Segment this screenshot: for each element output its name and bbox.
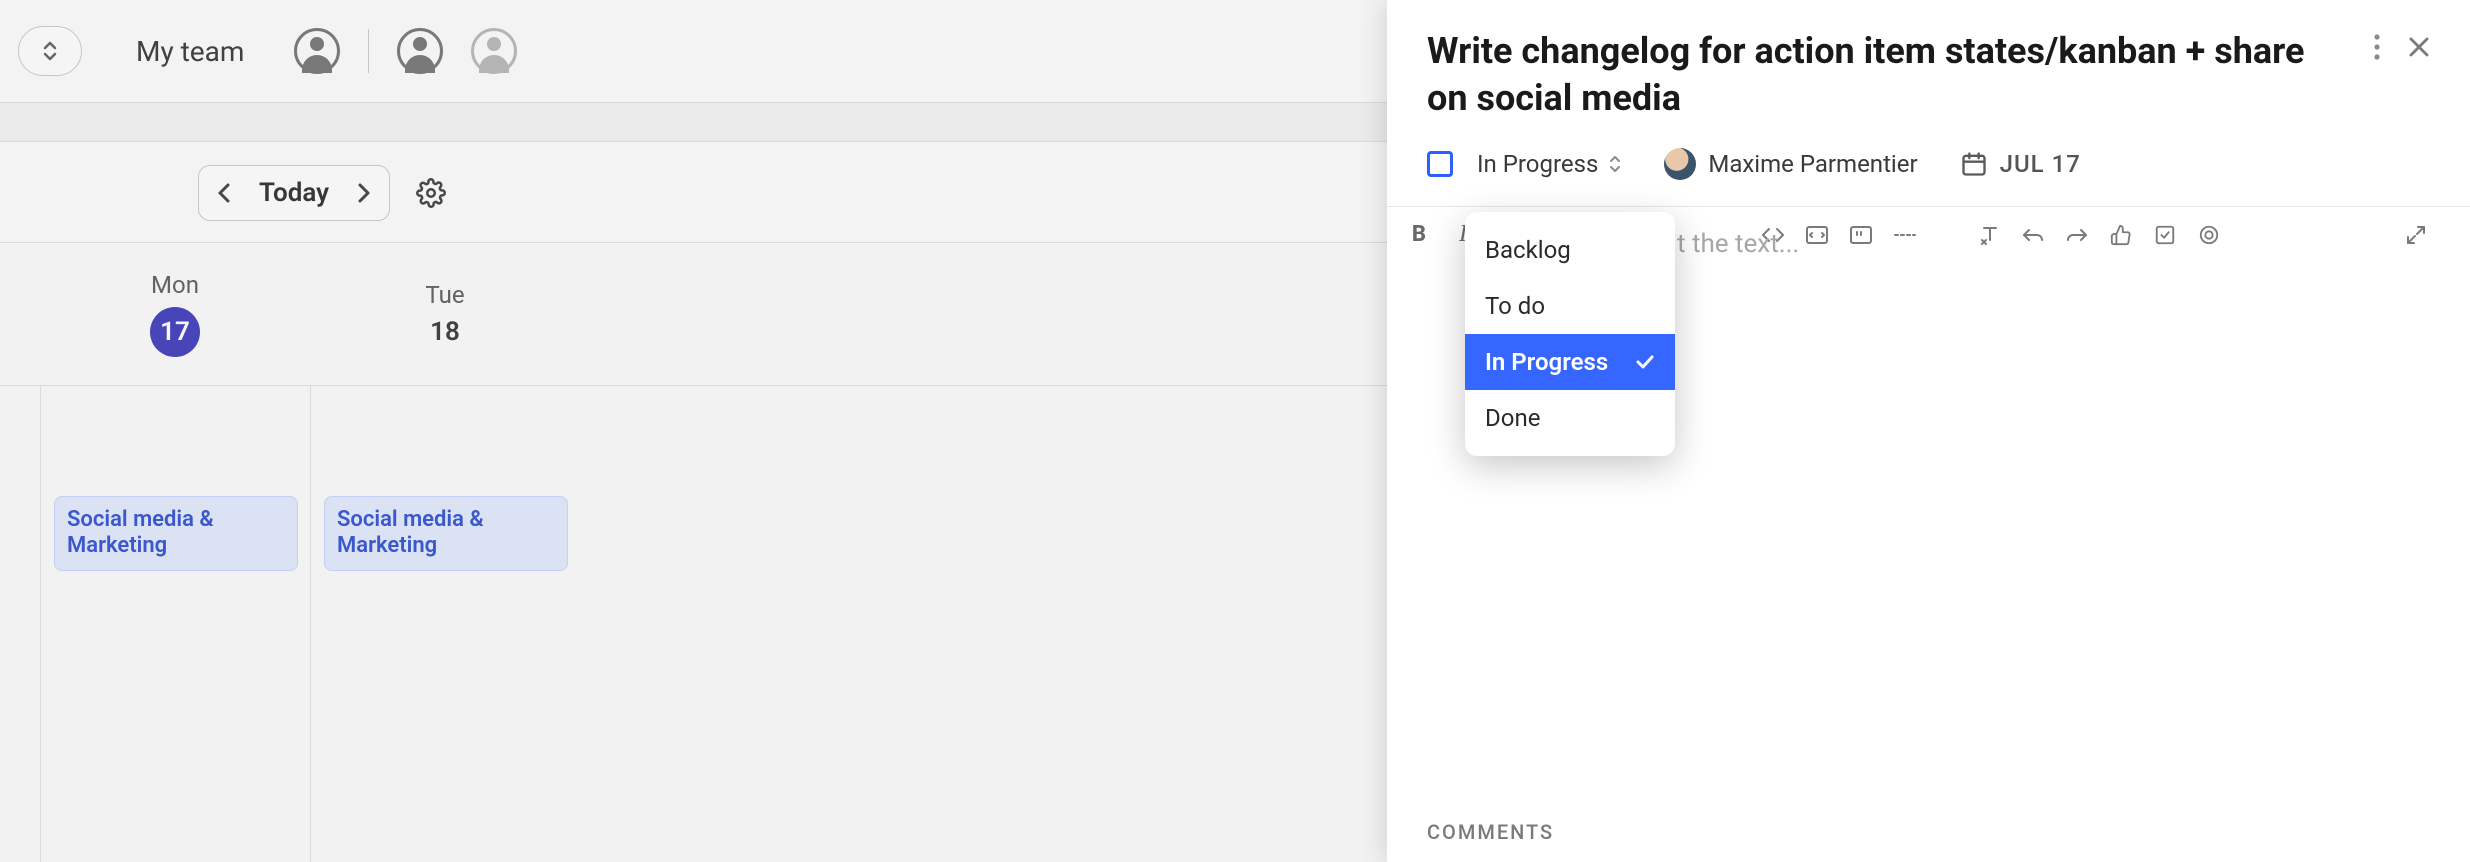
complete-checkbox[interactable] <box>1427 151 1453 177</box>
avatar[interactable] <box>471 28 517 74</box>
check-icon <box>1635 354 1655 370</box>
assignee-chip[interactable]: Maxime Parmentier <box>1664 148 1917 180</box>
due-date-label: JUL 17 <box>2000 150 2081 178</box>
chevron-updown-icon <box>1608 154 1622 174</box>
avatar <box>1664 148 1696 180</box>
task-detail-panel: Write changelog for action item states/k… <box>1387 0 2470 862</box>
status-dropdown: Backlog To do In Progress Done <box>1465 212 1675 456</box>
task-title[interactable]: Write changelog for action item states/k… <box>1427 28 2350 122</box>
collapse-toggle[interactable] <box>18 26 82 76</box>
next-button[interactable] <box>339 170 389 216</box>
calendar-icon <box>1960 150 1988 178</box>
avatar[interactable] <box>294 28 340 74</box>
divider <box>368 29 369 73</box>
day-date[interactable]: 18 <box>430 317 460 347</box>
editor-placeholder: t the text... <box>1677 229 1799 259</box>
comments-section-label: COMMENTS <box>1427 820 1554 844</box>
status-dropdown-trigger[interactable]: In Progress <box>1477 150 1622 178</box>
close-icon[interactable] <box>2408 36 2430 58</box>
avatar[interactable] <box>397 28 443 74</box>
team-label: My team <box>136 35 244 68</box>
date-nav-group: Today <box>198 165 390 221</box>
calendar-event[interactable]: Social media & Marketing <box>54 496 298 571</box>
assignee-name: Maxime Parmentier <box>1708 150 1917 178</box>
day-label: Tue <box>425 281 464 309</box>
task-meta-row: In Progress Maxime Parmentier JUL 17 <box>1387 122 2470 206</box>
day-label: Mon <box>151 271 199 299</box>
status-option-inprogress[interactable]: In Progress <box>1465 334 1675 390</box>
gear-icon[interactable] <box>416 178 446 208</box>
status-current-label: In Progress <box>1477 150 1598 178</box>
more-menu-icon[interactable] <box>2374 34 2380 60</box>
status-option-done[interactable]: Done <box>1465 390 1675 446</box>
status-option-backlog[interactable]: Backlog <box>1465 222 1675 278</box>
today-button[interactable]: Today <box>249 166 339 220</box>
prev-button[interactable] <box>199 170 249 216</box>
due-date-chip[interactable]: JUL 17 <box>1960 150 2081 178</box>
calendar-event[interactable]: Social media & Marketing <box>324 496 568 571</box>
day-date[interactable]: 17 <box>150 307 200 357</box>
status-option-todo[interactable]: To do <box>1465 278 1675 334</box>
